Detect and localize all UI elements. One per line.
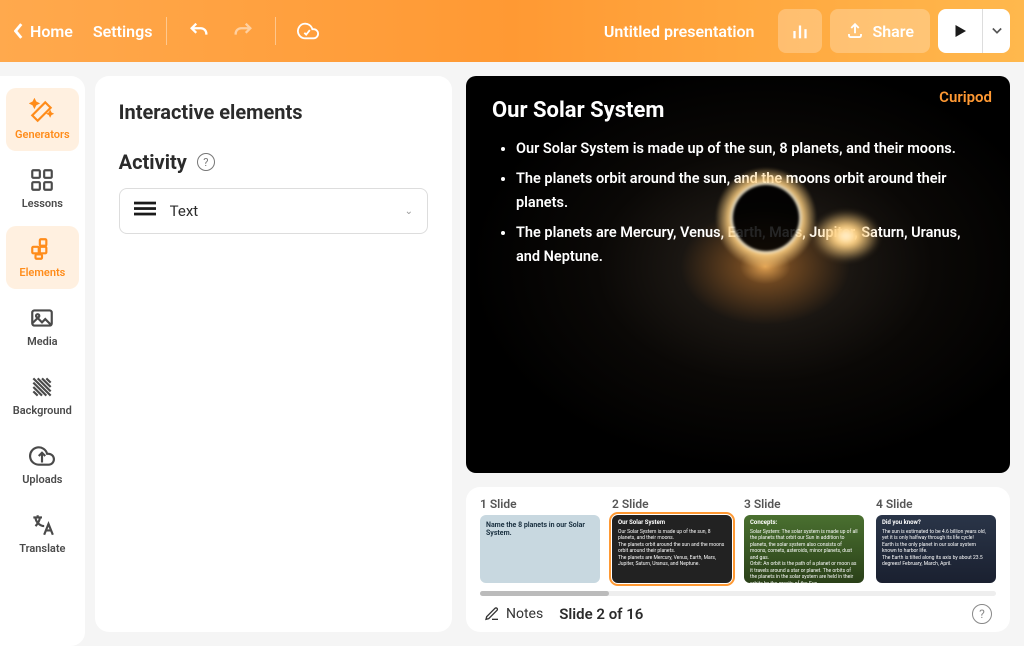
cloud-sync-button[interactable] xyxy=(290,13,326,49)
notes-button[interactable]: Notes xyxy=(484,606,543,622)
thumbnail-title: Our Solar System xyxy=(618,519,726,527)
presentation-title[interactable]: Untitled presentation xyxy=(604,22,755,41)
slide-bullet: The planets orbit around the sun, and th… xyxy=(516,167,984,215)
sidebar-item-elements[interactable]: Elements xyxy=(6,226,79,289)
thumbnail-title: Did you know? xyxy=(882,519,990,527)
texture-icon xyxy=(29,374,55,400)
thumbnail-slide-2[interactable]: Our Solar System Our Solar System is mad… xyxy=(612,515,732,583)
sidebar-item-generators[interactable]: Generators xyxy=(6,88,79,151)
redo-button[interactable] xyxy=(225,13,261,49)
topbar: Home Settings Untitled presentation Shar… xyxy=(0,0,1024,62)
slide-preview[interactable]: Curipod Our Solar System Our Solar Syste… xyxy=(466,76,1010,473)
notes-label: Notes xyxy=(506,606,543,622)
cloud-check-icon xyxy=(297,20,319,42)
sidebar-label: Media xyxy=(27,335,58,348)
grid-icon xyxy=(29,167,55,193)
undo-button[interactable] xyxy=(181,13,217,49)
sidebar-item-translate[interactable]: Translate xyxy=(6,502,79,565)
edit-icon xyxy=(484,606,500,622)
sidebar-label: Lessons xyxy=(22,197,63,210)
slide-bullets: Our Solar System is made up of the sun, … xyxy=(492,137,984,269)
thumbnail-preview-text: The sun is estimated to be 4.6 billion y… xyxy=(882,529,990,568)
thumbnail-label: 2 Slide xyxy=(612,497,732,511)
text-lines-icon xyxy=(134,201,156,221)
sidebar-label: Uploads xyxy=(22,473,62,486)
bar-chart-icon xyxy=(789,20,811,42)
chevron-left-icon xyxy=(14,23,24,39)
slide-bullet: Our Solar System is made up of the sun, … xyxy=(516,137,984,161)
slide-title: Our Solar System xyxy=(492,98,984,123)
poll-button[interactable] xyxy=(778,9,822,53)
thumbnail-strip-container: 1 Slide Name the 8 planets in our Solar … xyxy=(466,487,1010,632)
magic-wand-icon xyxy=(29,98,55,124)
thumbnail-slide-4[interactable]: Did you know? The sun is estimated to be… xyxy=(876,515,996,583)
chevron-down-icon xyxy=(992,26,1002,36)
canvas-area: Curipod Our Solar System Our Solar Syste… xyxy=(452,62,1024,646)
play-icon xyxy=(951,22,969,40)
share-button[interactable]: Share xyxy=(830,9,930,53)
image-icon xyxy=(29,305,55,331)
settings-button[interactable]: Settings xyxy=(93,22,153,41)
divider xyxy=(275,17,276,45)
thumbnail-preview-text: Solar System: The solar system is made u… xyxy=(750,529,858,583)
sidebar-label: Background xyxy=(13,404,72,417)
thumbnail-slide-1[interactable]: Name the 8 planets in our Solar System. xyxy=(480,515,600,583)
cloud-upload-icon xyxy=(29,443,55,469)
thumbnail: 1 Slide Name the 8 planets in our Solar … xyxy=(480,497,600,583)
chevron-down-icon: ⌄ xyxy=(405,206,413,217)
thumbnail-label: 1 Slide xyxy=(480,497,600,511)
thumbnail-preview-text: Our Solar System is made up of the sun, … xyxy=(618,529,726,568)
undo-icon xyxy=(188,20,210,42)
bottom-bar: Notes Slide 2 of 16 ? xyxy=(480,596,996,624)
topbar-left: Home Settings xyxy=(14,22,152,41)
thumbnail: 4 Slide Did you know? The sun is estimat… xyxy=(876,497,996,583)
panel-title: Interactive elements xyxy=(119,100,428,124)
thumbnail-strip[interactable]: 1 Slide Name the 8 planets in our Solar … xyxy=(480,497,996,589)
play-dropdown[interactable] xyxy=(982,9,1010,53)
redo-icon xyxy=(232,20,254,42)
translate-icon xyxy=(29,512,55,538)
thumbnail-title: Concepts: xyxy=(750,519,858,527)
thumbnail: 3 Slide Concepts: Solar System: The sola… xyxy=(744,497,864,583)
sidebar-item-media[interactable]: Media xyxy=(6,295,79,358)
home-button[interactable]: Home xyxy=(14,22,73,41)
thumbnail-scrollbar[interactable] xyxy=(480,591,996,596)
thumbnail-slide-3[interactable]: Concepts: Solar System: The solar system… xyxy=(744,515,864,583)
sidebar-item-background[interactable]: Background xyxy=(6,364,79,427)
slide-bullet: The planets are Mercury, Venus, Earth, M… xyxy=(516,221,984,269)
activity-select-value: Text xyxy=(170,202,199,220)
activity-header: Activity ? xyxy=(119,150,428,174)
scrollbar-handle[interactable] xyxy=(480,591,609,596)
sidebar: Generators Lessons Elements Media Backgr… xyxy=(0,76,85,646)
divider xyxy=(166,17,167,45)
home-label: Home xyxy=(30,22,73,41)
thumbnail-label: 3 Slide xyxy=(744,497,864,511)
activity-type-select[interactable]: Text ⌄ xyxy=(119,188,428,234)
sidebar-item-uploads[interactable]: Uploads xyxy=(6,433,79,496)
upload-icon xyxy=(846,22,864,40)
share-label: Share xyxy=(872,22,914,41)
sidebar-item-lessons[interactable]: Lessons xyxy=(6,157,79,220)
activity-help-icon[interactable]: ? xyxy=(197,153,215,171)
thumbnail-title: Name the 8 planets in our Solar System. xyxy=(480,515,600,543)
blocks-icon xyxy=(29,236,55,262)
play-button[interactable] xyxy=(938,9,982,53)
sidebar-label: Elements xyxy=(19,266,65,279)
activity-label: Activity xyxy=(119,150,187,174)
sidebar-label: Generators xyxy=(15,128,70,141)
main-area: Generators Lessons Elements Media Backgr… xyxy=(0,62,1024,646)
play-button-group xyxy=(938,9,1010,53)
elements-panel: Interactive elements Activity ? Text ⌄ xyxy=(95,76,452,632)
thumbnail-label: 4 Slide xyxy=(876,497,996,511)
sidebar-label: Translate xyxy=(19,542,65,555)
slide-counter: Slide 2 of 16 xyxy=(559,605,643,623)
slide-brand-label: Curipod xyxy=(939,88,992,106)
thumbnail: 2 Slide Our Solar System Our Solar Syste… xyxy=(612,497,732,583)
help-button[interactable]: ? xyxy=(972,604,992,624)
